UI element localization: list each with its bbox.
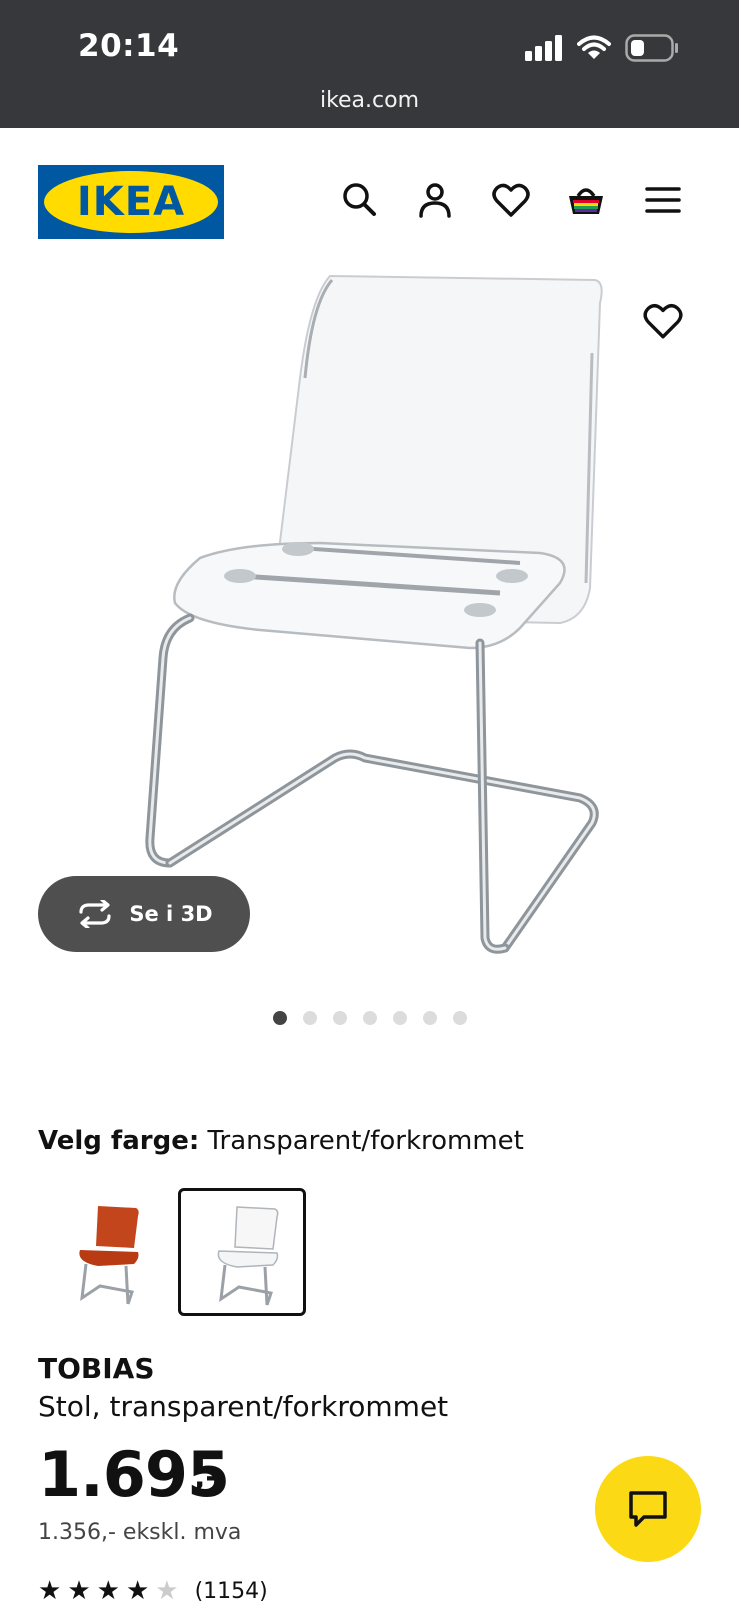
status-time: 20:14 xyxy=(78,28,180,64)
gallery-dot[interactable] xyxy=(332,1011,347,1025)
star-icon: ★ xyxy=(125,1576,150,1606)
product-price-suffix: ,- xyxy=(194,1460,218,1495)
swatch-transparent-image xyxy=(217,1206,279,1306)
ikea-logo[interactable]: IKEA xyxy=(38,165,224,239)
rotate-3d-icon xyxy=(79,900,111,928)
add-to-favorites-icon[interactable] xyxy=(642,300,684,342)
cart-icon[interactable] xyxy=(566,180,606,220)
gallery-dot[interactable] xyxy=(422,1011,437,1025)
product-gallery[interactable]: Se i 3D xyxy=(0,258,739,1048)
status-bar: 20:14 ikea.com xyxy=(0,0,739,128)
address-url[interactable]: ikea.com xyxy=(0,88,739,113)
color-selection-line: Velg farge: Transparent/forkrommet xyxy=(38,1126,524,1156)
star-icon: ★ xyxy=(38,1576,62,1606)
color-value: Transparent/forkrommet xyxy=(207,1126,524,1156)
color-swatch-transparent[interactable] xyxy=(178,1188,306,1316)
star-icon: ★ xyxy=(67,1576,91,1606)
gallery-dot[interactable] xyxy=(302,1011,317,1025)
star-empty-icon: ★ xyxy=(155,1576,179,1606)
color-label: Velg farge: xyxy=(38,1126,200,1156)
swatch-brown-red-image xyxy=(79,1206,139,1305)
star-icon: ★ xyxy=(96,1576,120,1606)
gallery-dot[interactable] xyxy=(362,1011,377,1025)
view-3d-button[interactable]: Se i 3D xyxy=(38,876,250,952)
product-rating[interactable]: ★ ★ ★ ★ ★ (1154) xyxy=(38,1578,268,1604)
site-header: IKEA xyxy=(0,128,739,258)
battery-icon xyxy=(625,34,678,62)
status-icons xyxy=(525,34,679,62)
chat-icon xyxy=(629,1491,667,1527)
menu-icon[interactable] xyxy=(643,180,683,220)
logo-text: IKEA xyxy=(76,179,186,225)
product-description: Stol, transparent/forkrommet xyxy=(38,1390,449,1423)
gallery-dot[interactable] xyxy=(272,1011,287,1025)
chat-button[interactable] xyxy=(595,1456,701,1562)
color-swatch-brown-red[interactable] xyxy=(40,1188,168,1316)
search-icon[interactable] xyxy=(340,180,380,220)
product-name: TOBIAS xyxy=(38,1352,155,1385)
gallery-pagination xyxy=(0,1011,739,1025)
signal-icon xyxy=(525,35,562,61)
view-3d-label: Se i 3D xyxy=(129,902,213,926)
gallery-dot[interactable] xyxy=(452,1011,467,1025)
favorites-icon[interactable] xyxy=(491,180,531,220)
account-icon[interactable] xyxy=(415,180,455,220)
gallery-dot[interactable] xyxy=(392,1011,407,1025)
price-excluding-vat: 1.356,- ekskl. mva xyxy=(38,1520,242,1545)
wifi-icon xyxy=(577,35,611,59)
